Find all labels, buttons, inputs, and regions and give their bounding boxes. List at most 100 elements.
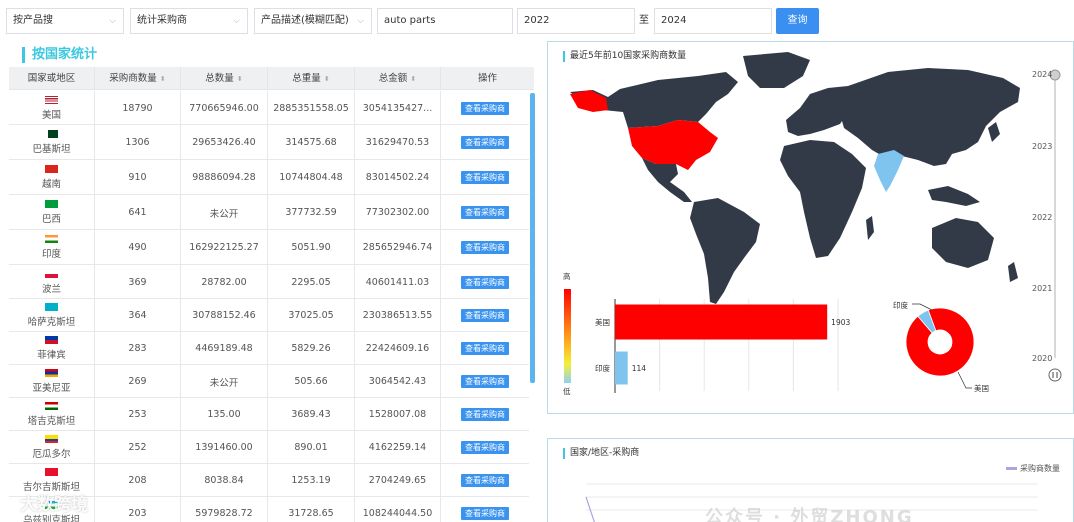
view-buyers-button[interactable]: 查看采购商 [461,474,509,487]
map-alaska[interactable] [570,90,608,112]
weight-cell: 2885351558.05 [268,91,355,125]
map-india[interactable] [874,150,904,192]
year-from-input[interactable]: 2022 [517,8,635,34]
country-name: 菲律宾 [37,350,66,361]
watermark-right: 公众号 · 外贸ZHONG [705,507,914,522]
table-row: 越南 910 98886094.28 10744804.48 83014502.24 查看… [9,160,529,195]
view-buyers-button[interactable]: 查看采购商 [461,375,509,388]
query-button[interactable]: 查询 [776,8,819,34]
view-buyers-button[interactable]: 查看采购商 [461,441,509,454]
buyers-cell: 18790 [95,91,181,125]
year-to-input[interactable]: 2024 [654,8,772,34]
timeline-year-label[interactable]: 2023 [1032,142,1052,151]
action-cell: 查看采购商 [441,91,529,125]
timeline[interactable] [1048,69,1062,382]
bar-value-label: 1903 [831,318,850,327]
map-usa[interactable] [628,120,718,170]
search-mode-select[interactable]: 按产品搜 ⌵ [6,8,124,34]
map-asia[interactable] [840,68,1020,166]
flag-icon [45,130,58,138]
map-madagascar[interactable] [866,216,874,240]
action-cell: 查看采购商 [441,365,529,398]
timeline-year-label[interactable]: 2020 [1032,354,1052,363]
timeline-year-label[interactable]: 2022 [1032,213,1052,222]
table-row: 印度 490 162922125.27 5051.90 285652946.74 查看采购… [9,230,529,265]
view-buyers-button[interactable]: 查看采购商 [461,408,509,421]
amount-cell: 83014502.24 [355,160,441,195]
col-weight[interactable]: 总重量 ⬍ [268,67,355,90]
col-buyers[interactable]: 采购商数量 ⬍ [95,67,181,90]
pause-icon[interactable] [1048,368,1062,382]
country-name: 巴西 [41,214,61,225]
view-buyers-button[interactable]: 查看采购商 [461,309,509,322]
table-row: 菲律宾 283 4469189.48 5829.26 22424609.16 查看采购商 [9,332,529,365]
bar-0[interactable] [615,304,828,340]
section-title: 按国家统计 [22,47,97,63]
sort-icon[interactable]: ⬍ [410,75,416,83]
view-buyers-button[interactable]: 查看采购商 [461,136,509,149]
col-qty[interactable]: 总数量 ⬍ [181,67,268,90]
map-greenland[interactable] [743,52,810,88]
action-cell: 查看采购商 [441,195,529,230]
stat-type-value: 统计采购商 [137,15,187,26]
col-amount[interactable]: 总金额 ⬍ [355,67,441,90]
donut-slice-0[interactable] [905,307,975,377]
buyers-cell: 490 [95,230,181,265]
country-name: 塔吉克斯坦 [27,416,76,427]
flag-icon [45,165,58,173]
amount-cell: 4162259.14 [355,431,441,464]
map-new-zealand[interactable] [1008,262,1018,282]
action-cell: 查看采购商 [441,464,529,497]
match-type-select[interactable]: 产品描述(模糊匹配) ⌵ [254,8,372,34]
qty-cell: 135.00 [181,398,268,431]
qty-cell: 28782.00 [181,265,268,299]
bar-chart: 美国 1903 印度 114 [595,299,850,393]
flag-icon [45,435,58,443]
view-buyers-button[interactable]: 查看采购商 [461,507,509,520]
flag-icon [45,402,58,410]
buyers-cell: 641 [95,195,181,230]
view-buyers-button[interactable]: 查看采购商 [461,342,509,355]
country-name: 巴基斯坦 [32,144,71,155]
visual-map-gradient[interactable] [564,289,571,383]
timeline-year-label[interactable]: 2024 [1032,70,1052,79]
stat-type-select[interactable]: 统计采购商 ⌵ [130,8,248,34]
qty-cell: 98886094.28 [181,160,268,195]
view-buyers-button[interactable]: 查看采购商 [461,275,509,289]
country-cell: 亚美尼亚 [9,365,95,398]
buyers-cell: 369 [95,265,181,299]
view-buyers-button[interactable]: 查看采购商 [461,171,509,184]
sort-icon[interactable]: ⬍ [237,75,243,83]
bar-1[interactable] [615,351,628,385]
col-country: 国家或地区 [9,67,95,90]
qty-cell: 8038.84 [181,464,268,497]
keyword-input[interactable]: auto parts [377,8,513,34]
view-buyers-button[interactable]: 查看采购商 [461,101,509,115]
app-root: 按产品搜 ⌵ 统计采购商 ⌵ 产品描述(模糊匹配) ⌵ auto parts 2… [0,0,1074,522]
map-australia[interactable] [932,218,994,268]
sort-icon[interactable]: ⬍ [160,75,166,83]
country-cell: 美国 [9,91,95,125]
map-japan[interactable] [988,122,1000,142]
timeline-year-label[interactable]: 2021 [1032,284,1052,293]
view-buyers-button[interactable]: 查看采购商 [461,206,509,219]
table-scrollbar[interactable] [530,93,535,383]
country-cell: 印度 [9,230,95,265]
sort-icon[interactable]: ⬍ [324,75,330,83]
action-cell: 查看采购商 [441,497,529,522]
action-cell: 查看采购商 [441,299,529,332]
map-south-america[interactable] [690,198,760,304]
buyers-cell: 252 [95,431,181,464]
donut-label: 美国 [974,383,989,393]
amount-cell: 22424609.16 [355,332,441,365]
map-se-asia[interactable] [928,186,980,206]
weight-cell: 3689.43 [268,398,355,431]
view-buyers-button[interactable]: 查看采购商 [461,241,509,254]
country-cell: 塔吉克斯坦 [9,398,95,431]
table-row: 巴基斯坦 1306 29653426.40 314575.68 31629470.53 查… [9,125,529,160]
map-africa[interactable] [780,140,866,258]
chevron-down-icon: ⌵ [233,16,240,26]
table-header: 国家或地区 采购商数量 ⬍ 总数量 ⬍ 总重量 ⬍ 总金额 ⬍ 操作 [9,67,534,90]
world-map[interactable] [570,52,1020,304]
keyword-value: auto parts [384,15,436,26]
